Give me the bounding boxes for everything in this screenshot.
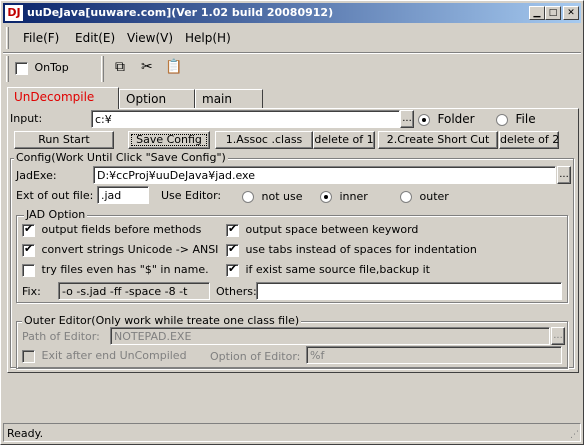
checkbox[interactable] bbox=[226, 242, 239, 257]
editor-outer-radio[interactable]: outer bbox=[400, 190, 449, 203]
resize-grip-icon[interactable]: ⋰ bbox=[570, 430, 579, 440]
menu-bar: File(F) Edit(E) View(V) Help(H) bbox=[3, 24, 581, 52]
others-field[interactable] bbox=[256, 282, 562, 300]
file-radio-dot[interactable] bbox=[496, 114, 508, 126]
menu-edit[interactable]: Edit(E) bbox=[75, 31, 115, 45]
exit-after-end-checkbox: Exit after end UnCompiled bbox=[22, 349, 187, 363]
editor-outer-label: outer bbox=[419, 190, 449, 203]
menu-view[interactable]: View(V) bbox=[127, 31, 173, 45]
toolbar: OnTop ⧉ ✂ 📋 bbox=[3, 53, 581, 85]
exit-after-end-label: Exit after end UnCompiled bbox=[41, 349, 187, 362]
jad-option-fields-before-methods[interactable]: output fields before methods bbox=[22, 222, 202, 237]
folder-label: Folder bbox=[437, 112, 475, 126]
input-browse-button[interactable]: ... bbox=[400, 110, 414, 128]
toolbar-gripper-2[interactable] bbox=[101, 56, 104, 82]
jad-option-use-tabs[interactable]: use tabs instead of spaces for indentati… bbox=[226, 242, 477, 257]
jad-option-label: try files even has "$" in name. bbox=[41, 263, 209, 276]
jad-option-space-between-keyword[interactable]: output space between keyword bbox=[226, 222, 419, 237]
app-icon[interactable]: DJ bbox=[5, 5, 23, 21]
delete-of-2-button[interactable]: delete of 2 bbox=[499, 131, 559, 149]
ontop-check-box[interactable] bbox=[15, 61, 28, 75]
jad-option-convert-strings[interactable]: convert strings Unicode -> ANSI bbox=[22, 242, 219, 257]
checkbox bbox=[22, 349, 35, 363]
menu-help[interactable]: Help(H) bbox=[185, 31, 231, 45]
outer-editor-legend: Outer Editor(Only work while treate one … bbox=[22, 314, 302, 327]
file-label: File bbox=[515, 112, 536, 126]
status-text: Ready. bbox=[7, 427, 44, 440]
tab-main[interactable]: main bbox=[195, 89, 263, 108]
file-radio[interactable]: File bbox=[496, 112, 536, 126]
maximize-button[interactable]: □ bbox=[545, 6, 561, 20]
paste-icon[interactable]: 📋 bbox=[165, 59, 182, 75]
jad-option-label: convert strings Unicode -> ANSI bbox=[41, 243, 219, 256]
ext-label: Ext of out file: bbox=[16, 189, 94, 202]
path-of-editor-label: Path of Editor: bbox=[22, 330, 100, 343]
ontop-label: OnTop bbox=[34, 61, 69, 74]
option-of-editor-field: %f bbox=[306, 346, 562, 364]
jad-option-label: use tabs instead of spaces for indentati… bbox=[245, 243, 477, 256]
jad-option-label: output fields before methods bbox=[41, 223, 202, 236]
delete-of-1-button[interactable]: delete of 1 bbox=[313, 131, 375, 149]
checkbox[interactable] bbox=[226, 262, 239, 277]
close-button[interactable]: ✕ bbox=[563, 6, 579, 20]
others-label: Others: bbox=[216, 285, 257, 298]
save-config-button[interactable]: Save Config bbox=[128, 131, 210, 149]
editor-not-use-dot[interactable] bbox=[242, 191, 254, 203]
jad-option-backup-existing[interactable]: if exist same source file,backup it bbox=[226, 262, 430, 277]
jad-option-legend: JAD Option bbox=[24, 208, 88, 221]
menu-gripper[interactable] bbox=[6, 27, 9, 49]
option-of-editor-label: Option of Editor: bbox=[210, 350, 301, 363]
jadexe-field[interactable]: D:¥ccProj¥uuDeJava¥jad.exe bbox=[93, 166, 556, 184]
jad-option-label: if exist same source file,backup it bbox=[245, 263, 430, 276]
create-shortcut-button[interactable]: 2.Create Short Cut bbox=[378, 131, 498, 149]
editor-inner-label: inner bbox=[339, 190, 368, 203]
editor-not-use-radio[interactable]: not use bbox=[242, 190, 302, 203]
checkbox[interactable] bbox=[22, 222, 35, 237]
jad-option-try-dollar-files[interactable]: try files even has "$" in name. bbox=[22, 263, 209, 277]
jad-option-label: output space between keyword bbox=[245, 223, 419, 236]
assoc-class-button[interactable]: 1.Assoc .class bbox=[215, 131, 313, 149]
undecompile-panel: Input: c:¥ ... Folder File Run Start Sav… bbox=[7, 108, 579, 373]
editor-not-use-label: not use bbox=[261, 190, 303, 203]
folder-radio-dot[interactable] bbox=[418, 114, 430, 126]
jadexe-label: JadExe: bbox=[16, 169, 57, 182]
config-legend: Config(Work Until Click "Save Config") bbox=[14, 151, 228, 164]
path-of-editor-field: NOTEPAD.EXE bbox=[110, 327, 550, 345]
checkbox[interactable] bbox=[22, 242, 35, 257]
status-bar: Ready. ⋰ bbox=[3, 423, 581, 442]
tab-option[interactable]: Option bbox=[119, 89, 195, 108]
tab-undecompile[interactable]: UnDecompile bbox=[7, 87, 119, 109]
title-bar[interactable]: DJ uuDeJava[uuware.com](Ver 1.02 build 2… bbox=[3, 3, 581, 23]
menu-file[interactable]: File(F) bbox=[23, 31, 59, 45]
window-title: uuDeJava[uuware.com](Ver 1.02 build 2008… bbox=[27, 6, 334, 19]
minimize-icon: ▁ bbox=[533, 8, 541, 18]
cut-icon[interactable]: ✂ bbox=[141, 59, 153, 75]
path-of-editor-browse-button: ... bbox=[551, 327, 565, 345]
checkbox[interactable] bbox=[226, 222, 239, 237]
use-editor-label: Use Editor: bbox=[161, 189, 222, 202]
editor-inner-radio[interactable]: inner bbox=[320, 190, 368, 203]
main-window: DJ uuDeJava[uuware.com](Ver 1.02 build 2… bbox=[0, 0, 584, 445]
editor-inner-dot[interactable] bbox=[320, 191, 332, 203]
minimize-button[interactable]: ▁ bbox=[529, 6, 545, 20]
jadexe-browse-button[interactable]: ... bbox=[557, 166, 571, 184]
fix-field: -o -s.jad -ff -space -8 -t bbox=[58, 282, 210, 300]
editor-outer-dot[interactable] bbox=[400, 191, 412, 203]
close-icon: ✕ bbox=[567, 8, 575, 18]
copy-icon[interactable]: ⧉ bbox=[115, 59, 125, 75]
fix-label: Fix: bbox=[22, 285, 41, 298]
toolbar-gripper[interactable] bbox=[6, 56, 9, 82]
input-field[interactable]: c:¥ bbox=[91, 110, 400, 128]
maximize-icon: □ bbox=[548, 8, 558, 18]
folder-radio[interactable]: Folder bbox=[418, 112, 475, 126]
ext-field[interactable]: .jad bbox=[97, 186, 149, 204]
ontop-checkbox[interactable]: OnTop bbox=[15, 61, 69, 75]
checkbox[interactable] bbox=[22, 263, 35, 277]
run-start-button[interactable]: Run Start bbox=[14, 131, 114, 149]
input-label: Input: bbox=[10, 112, 43, 125]
